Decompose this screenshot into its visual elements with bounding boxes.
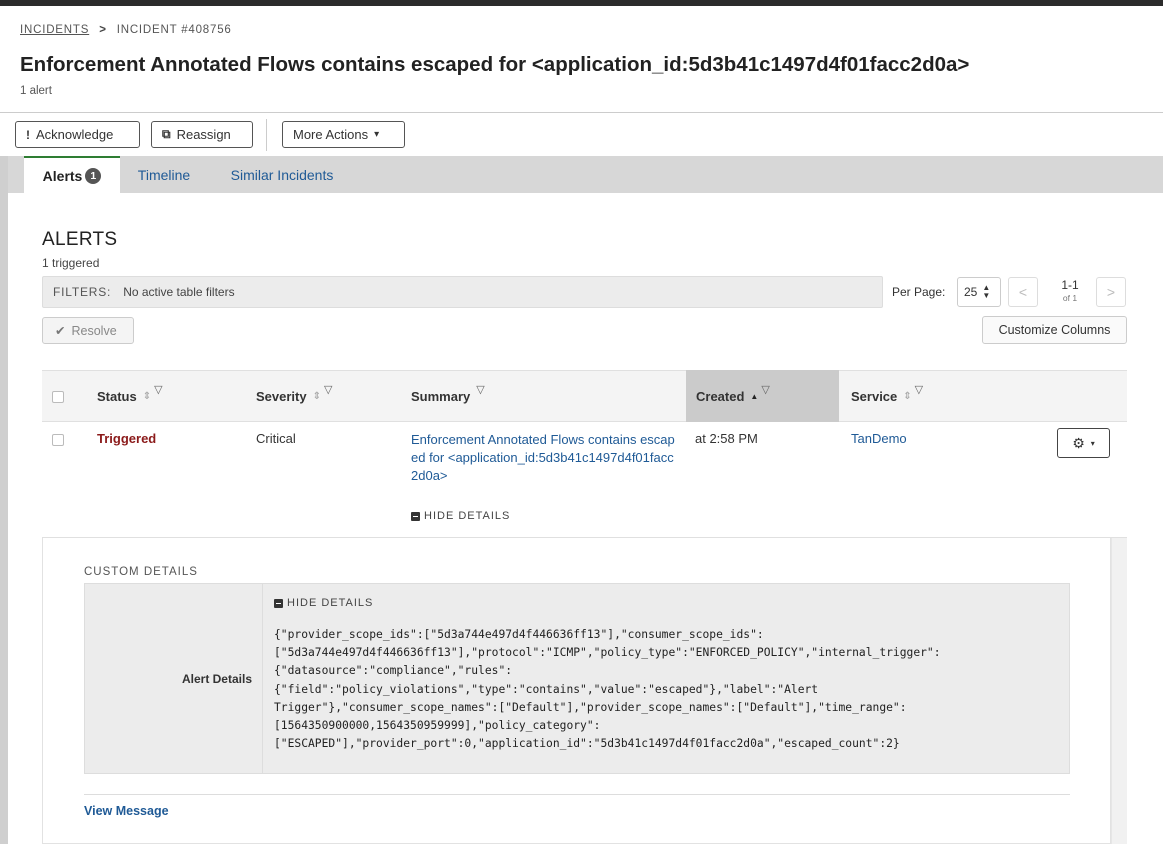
alerts-section-title: ALERTS [42, 229, 118, 250]
table-header [42, 370, 1127, 422]
resolve-label: Resolve [71, 323, 117, 338]
tab-alerts[interactable]: Alerts 1 [24, 156, 120, 193]
view-message-link[interactable]: View Message [84, 804, 169, 818]
details-scrollbar[interactable] [1111, 538, 1127, 844]
column-header-service[interactable]: Service ⇕ ▽ [851, 370, 923, 422]
tab-alerts-label: Alerts [42, 167, 83, 184]
breadcrumb-separator: > [99, 24, 107, 36]
alert-summary-link[interactable]: Enforcement Annotated Flows contains esc… [411, 431, 679, 485]
filters-bar[interactable]: FILTERS: No active table filters [42, 276, 883, 308]
chevron-right-icon: > [1106, 284, 1116, 300]
details-divider [84, 794, 1070, 795]
json-line: [1564350900000,1564350959999],"policy_ca… [274, 719, 601, 733]
top-bar [0, 0, 1163, 6]
column-service-label: Service [851, 388, 898, 404]
json-line: {"field":"policy_violations","type":"con… [274, 682, 819, 696]
chevron-down-icon: ▾ [1090, 438, 1095, 448]
custom-details-title: CUSTOM DETAILS [84, 566, 198, 578]
sort-icon[interactable]: ⇕ [903, 391, 911, 402]
customize-columns-button[interactable]: Customize Columns [982, 316, 1127, 344]
row-checkbox[interactable] [52, 434, 64, 446]
row-actions-button[interactable]: ⚙ ▾ [1057, 428, 1110, 458]
select-arrows-icon: ▲ ▼ [982, 283, 991, 300]
active-tab-pointer [62, 192, 76, 199]
filter-icon[interactable]: ▽ [915, 383, 923, 396]
column-header-created[interactable]: Created ▲ ▽ [686, 370, 839, 422]
json-line: ["ESCAPED"],"provider_port":0,"applicati… [274, 737, 900, 751]
details-hide-label: HIDE DETAILS [287, 597, 374, 609]
gear-icon: ⚙ [1072, 434, 1085, 451]
filter-icon[interactable]: ▽ [476, 383, 484, 396]
reassign-label: Reassign [176, 127, 231, 142]
toolbar-divider [266, 119, 267, 151]
column-summary-label: Summary [411, 388, 471, 404]
exclamation-icon: ! [26, 127, 30, 142]
minus-icon [411, 511, 420, 521]
page-title: Enforcement Annotated Flows contains esc… [20, 53, 970, 76]
breadcrumb-current: INCIDENT #408756 [116, 24, 232, 36]
filter-icon[interactable]: ▽ [154, 383, 162, 396]
created-value: at 2:58 PM [695, 431, 758, 446]
reassign-icon: ⧉ [162, 127, 171, 141]
select-all-checkbox[interactable] [52, 391, 64, 403]
alert-count-subtitle: 1 alert [20, 85, 52, 97]
service-link[interactable]: TanDemo [851, 431, 907, 446]
json-line: {"datasource":"compliance","rules": [274, 664, 513, 678]
column-severity-label: Severity [256, 388, 307, 404]
row-hide-details-label: HIDE DETAILS [424, 510, 511, 522]
sort-icon[interactable]: ⇕ [143, 391, 151, 402]
breadcrumb-incidents-link[interactable]: INCIDENTS [20, 24, 89, 36]
alerts-triggered-count: 1 triggered [42, 256, 100, 270]
column-status-label: Status [97, 388, 137, 404]
alerts-count-badge: 1 [85, 167, 102, 184]
alert-details-json: {"provider_scope_ids":["5d3a744e497d4f44… [274, 626, 1054, 753]
sort-icon[interactable]: ⇕ [313, 391, 321, 402]
sort-ascending-icon[interactable]: ▲ [750, 392, 758, 401]
acknowledge-button[interactable]: ! Acknowledge [15, 121, 140, 148]
chevron-left-icon: < [1018, 284, 1028, 300]
status-badge: Triggered [97, 431, 157, 446]
chevron-down-icon: ▾ [374, 129, 380, 140]
more-actions-button[interactable]: More Actions ▾ [282, 121, 405, 148]
pager-of: of 1 [1062, 293, 1078, 303]
tab-similar-incidents[interactable]: Similar Incidents [208, 156, 356, 193]
tab-timeline[interactable]: Timeline [120, 156, 208, 193]
acknowledge-label: Acknowledge [36, 127, 114, 142]
column-header-status[interactable]: Status ⇕ ▽ [97, 370, 163, 422]
json-line: Trigger"},"consumer_scope_names":["Defau… [274, 700, 907, 714]
json-line: ["5d3a744e497d4f446636ff13"],"protocol":… [274, 646, 941, 660]
more-actions-label: More Actions [293, 127, 369, 142]
per-page-label: Per Page: [892, 285, 946, 299]
reassign-button[interactable]: ⧉ Reassign [151, 121, 253, 148]
breadcrumb: INCIDENTS > INCIDENT #408756 [20, 24, 232, 36]
alert-details-label: Alert Details [84, 583, 263, 774]
column-header-severity[interactable]: Severity ⇕ ▽ [256, 370, 332, 422]
pager-range: 1-1 [1061, 278, 1079, 292]
per-page-select[interactable]: 25 ▲ ▼ [957, 277, 1001, 307]
left-gutter [0, 156, 8, 844]
tab-timeline-label: Timeline [137, 166, 191, 183]
pager-info: 1-1 of 1 [1050, 279, 1090, 305]
next-page-button[interactable]: > [1096, 277, 1126, 307]
row-hide-details-toggle[interactable]: HIDE DETAILS [411, 510, 510, 522]
per-page-value: 25 [964, 285, 978, 299]
tab-similar-incidents-label: Similar Incidents [230, 166, 334, 183]
previous-page-button[interactable]: < [1008, 277, 1038, 307]
header-divider [0, 112, 1163, 113]
checkmark-icon: ✔ [55, 324, 66, 338]
filters-label: FILTERS: [53, 285, 112, 299]
json-line: {"provider_scope_ids":["5d3a744e497d4f44… [274, 628, 764, 641]
column-created-label: Created [696, 388, 745, 404]
resolve-button[interactable]: ✔ Resolve [42, 317, 134, 344]
details-hide-toggle[interactable]: HIDE DETAILS [274, 597, 373, 609]
filter-icon[interactable]: ▽ [324, 383, 332, 396]
column-header-summary[interactable]: Summary ▽ [411, 370, 485, 422]
filters-value: No active table filters [123, 285, 235, 299]
filter-icon[interactable]: ▽ [761, 383, 769, 396]
severity-value: Critical [256, 431, 296, 446]
minus-icon [274, 598, 283, 608]
